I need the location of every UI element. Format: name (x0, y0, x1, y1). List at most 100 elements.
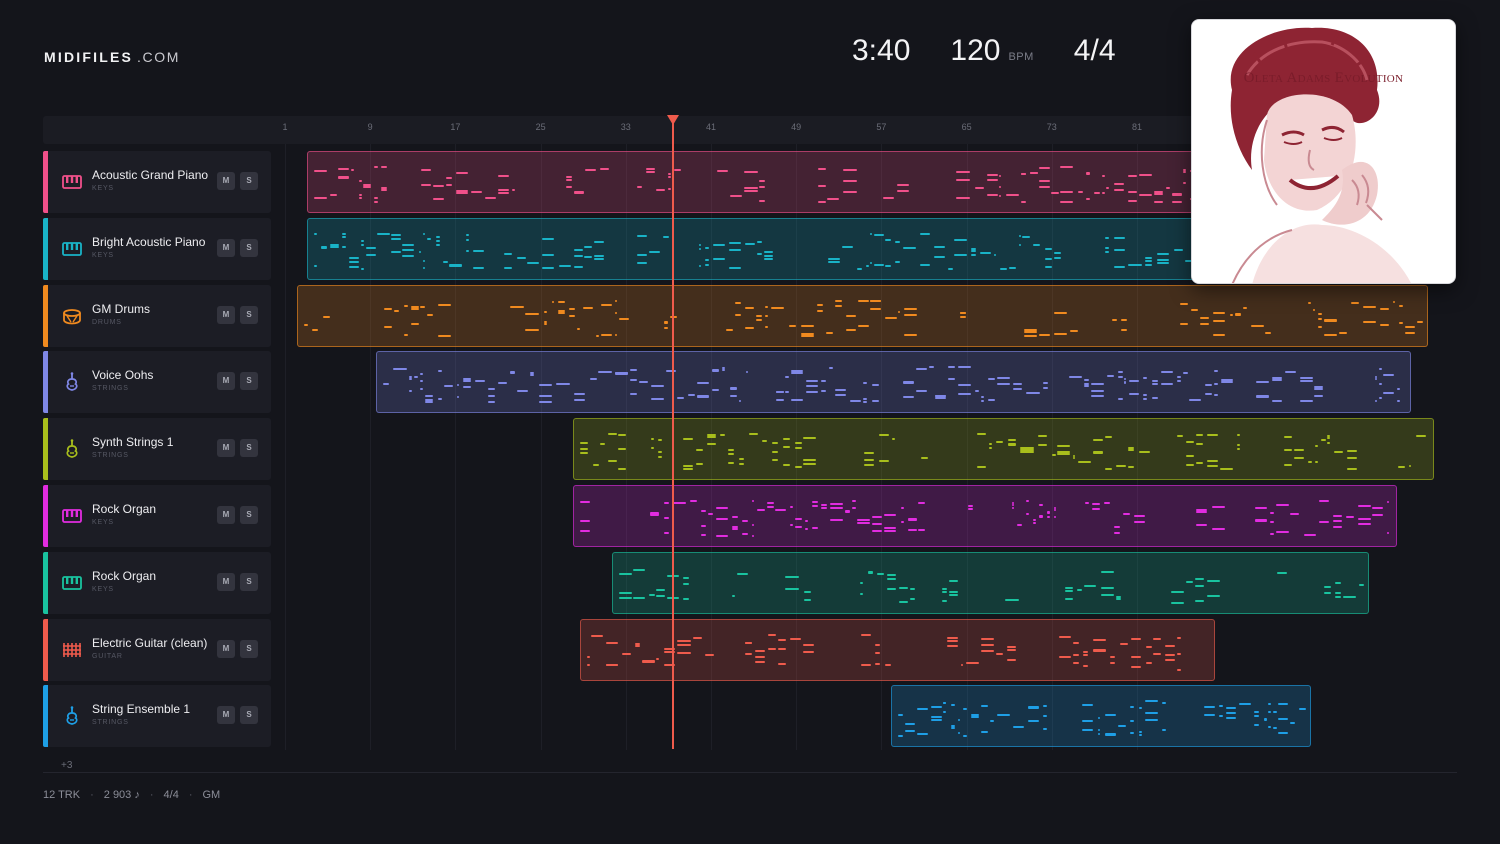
track-lane[interactable] (279, 485, 1457, 547)
midi-note (1026, 392, 1040, 394)
midi-note (365, 254, 376, 256)
track-lane[interactable] (279, 418, 1457, 480)
midi-clip[interactable] (307, 218, 1271, 280)
mute-button[interactable]: M (217, 706, 235, 724)
midi-note (877, 573, 884, 575)
mute-button[interactable]: M (217, 239, 235, 257)
mute-button[interactable]: M (217, 640, 235, 658)
track-lane[interactable] (279, 351, 1457, 413)
track-header[interactable]: GM Drums DRUMS M S (43, 285, 271, 347)
mute-button[interactable]: M (217, 306, 235, 324)
midi-note (1378, 383, 1383, 385)
track-header[interactable]: Rock Organ KEYS M S (43, 552, 271, 614)
midi-note (1120, 643, 1129, 645)
midi-note (1255, 381, 1270, 383)
solo-button[interactable]: S (240, 439, 258, 457)
midi-note (987, 194, 998, 196)
playhead[interactable] (671, 118, 674, 749)
midi-clip[interactable] (572, 485, 1397, 547)
midi-note (322, 316, 330, 318)
midi-note (1128, 191, 1138, 193)
solo-button[interactable]: S (240, 306, 258, 324)
midi-note (700, 525, 707, 527)
track-lane[interactable] (279, 619, 1457, 681)
track-category: GUITAR (92, 653, 123, 660)
violin-icon (61, 438, 83, 460)
track-lane[interactable] (279, 685, 1457, 747)
midi-note (960, 316, 966, 318)
solo-button[interactable]: S (240, 706, 258, 724)
midi-clip[interactable] (572, 418, 1435, 480)
solo-button[interactable]: S (240, 239, 258, 257)
track-lane[interactable] (279, 285, 1457, 347)
mute-button[interactable]: M (217, 372, 235, 390)
midi-note (1021, 201, 1027, 203)
track-header[interactable]: Electric Guitar (clean) GUITAR M S (43, 619, 271, 681)
midi-note (763, 255, 773, 257)
midi-note (1123, 378, 1127, 380)
midi-note (314, 170, 328, 172)
midi-clip[interactable] (611, 552, 1370, 614)
track-header[interactable]: Bright Acoustic Piano KEYS M S (43, 218, 271, 280)
midi-note (589, 378, 598, 380)
midi-note (1358, 518, 1371, 520)
midi-note (946, 640, 959, 642)
midi-note (402, 249, 415, 251)
solo-button[interactable]: S (240, 573, 258, 591)
midi-note (1117, 398, 1123, 400)
midi-note (393, 368, 407, 370)
midi-note (845, 315, 857, 317)
midi-note (885, 265, 892, 267)
midi-note (744, 187, 758, 189)
playhead-handle[interactable] (666, 115, 679, 125)
midi-clip[interactable] (307, 151, 1271, 213)
midi-note (872, 523, 883, 525)
midi-note (942, 588, 947, 590)
track-header[interactable]: Rock Organ KEYS M S (43, 485, 271, 547)
midi-note (782, 446, 791, 448)
midi-note (916, 708, 928, 710)
midi-note (1113, 249, 1125, 251)
more-tracks-indicator[interactable]: +3 (61, 760, 72, 771)
midi-clip[interactable] (375, 351, 1411, 413)
track-header[interactable]: Synth Strings 1 STRINGS M S (43, 418, 271, 480)
mute-button[interactable]: M (217, 172, 235, 190)
track-header[interactable]: Acoustic Grand Piano KEYS M S (43, 151, 271, 213)
track-header[interactable]: String Ensemble 1 STRINGS M S (43, 685, 271, 747)
midi-note (614, 334, 617, 336)
solo-button[interactable]: S (240, 640, 258, 658)
midi-note (817, 310, 824, 312)
midi-clip[interactable] (890, 685, 1311, 747)
midi-note (1085, 502, 1089, 504)
midi-note (803, 591, 811, 593)
mute-button[interactable]: M (217, 573, 235, 591)
footer-separator: · (90, 789, 94, 801)
track-lane[interactable] (279, 552, 1457, 614)
midi-note (662, 236, 669, 238)
midi-note (704, 654, 715, 656)
ruler-tick: 33 (620, 122, 631, 132)
midi-note (775, 391, 784, 393)
midi-note (1371, 514, 1383, 516)
solo-button[interactable]: S (240, 506, 258, 524)
midi-clip[interactable] (580, 619, 1215, 681)
midi-note (1164, 645, 1175, 647)
mute-button[interactable]: M (217, 439, 235, 457)
midi-note (851, 500, 856, 502)
midi-note (795, 526, 803, 528)
midi-clip[interactable] (296, 285, 1428, 347)
mute-button[interactable]: M (217, 506, 235, 524)
solo-button[interactable]: S (240, 172, 258, 190)
track-header[interactable]: Voice Oohs STRINGS M S (43, 351, 271, 413)
midi-note (1104, 237, 1110, 239)
midi-note (1314, 395, 1323, 397)
brand-logo[interactable]: MIDIFILES .COM (44, 49, 180, 65)
solo-button[interactable]: S (240, 372, 258, 390)
midi-note (1081, 704, 1094, 706)
midi-note (538, 401, 553, 403)
midi-note (636, 254, 647, 256)
midi-note (1109, 662, 1116, 664)
midi-note (1091, 503, 1100, 505)
midi-note (755, 650, 766, 652)
midi-note (756, 253, 763, 255)
